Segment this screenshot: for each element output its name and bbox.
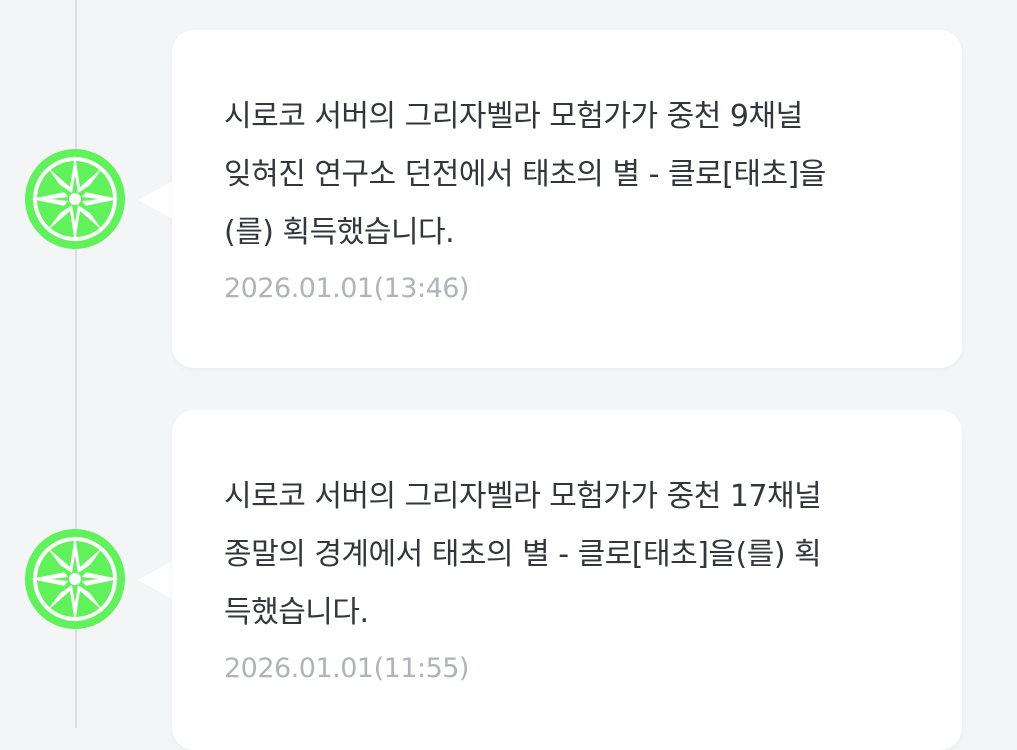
- message-line: 잊혀진 연구소 던전에서 태초의 별 - 클로[태초]을: [224, 157, 826, 192]
- notification-card: 시로코 서버의 그리자벨라 모험가가 중천 9채널잊혀진 연구소 던전에서 태초…: [172, 30, 962, 368]
- message-line: 시로코 서버의 그리자벨라 모험가가 중천 9채널: [224, 99, 803, 134]
- message-line: 득했습니다.: [224, 595, 369, 630]
- message-line: 시로코 서버의 그리자벨라 모험가가 중천 17채널: [224, 479, 822, 514]
- timestamp: 2026.01.01(11:55): [224, 653, 469, 684]
- message-line: 종말의 경계에서 태초의 별 - 클로[태초]을(를) 획: [224, 537, 822, 572]
- card-pointer: [138, 180, 174, 220]
- card-pointer: [138, 560, 174, 600]
- message-text: 시로코 서버의 그리자벨라 모험가가 중천 17채널종말의 경계에서 태초의 별…: [224, 468, 904, 642]
- green-star-compass-icon: [21, 525, 129, 633]
- message-text: 시로코 서버의 그리자벨라 모험가가 중천 9채널잊혀진 연구소 던전에서 태초…: [224, 88, 904, 262]
- timestamp: 2026.01.01(13:46): [224, 273, 469, 304]
- message-line: (를) 획득했습니다.: [224, 215, 455, 250]
- notification-card: 시로코 서버의 그리자벨라 모험가가 중천 17채널종말의 경계에서 태초의 별…: [172, 410, 962, 750]
- green-star-compass-icon: [21, 145, 129, 253]
